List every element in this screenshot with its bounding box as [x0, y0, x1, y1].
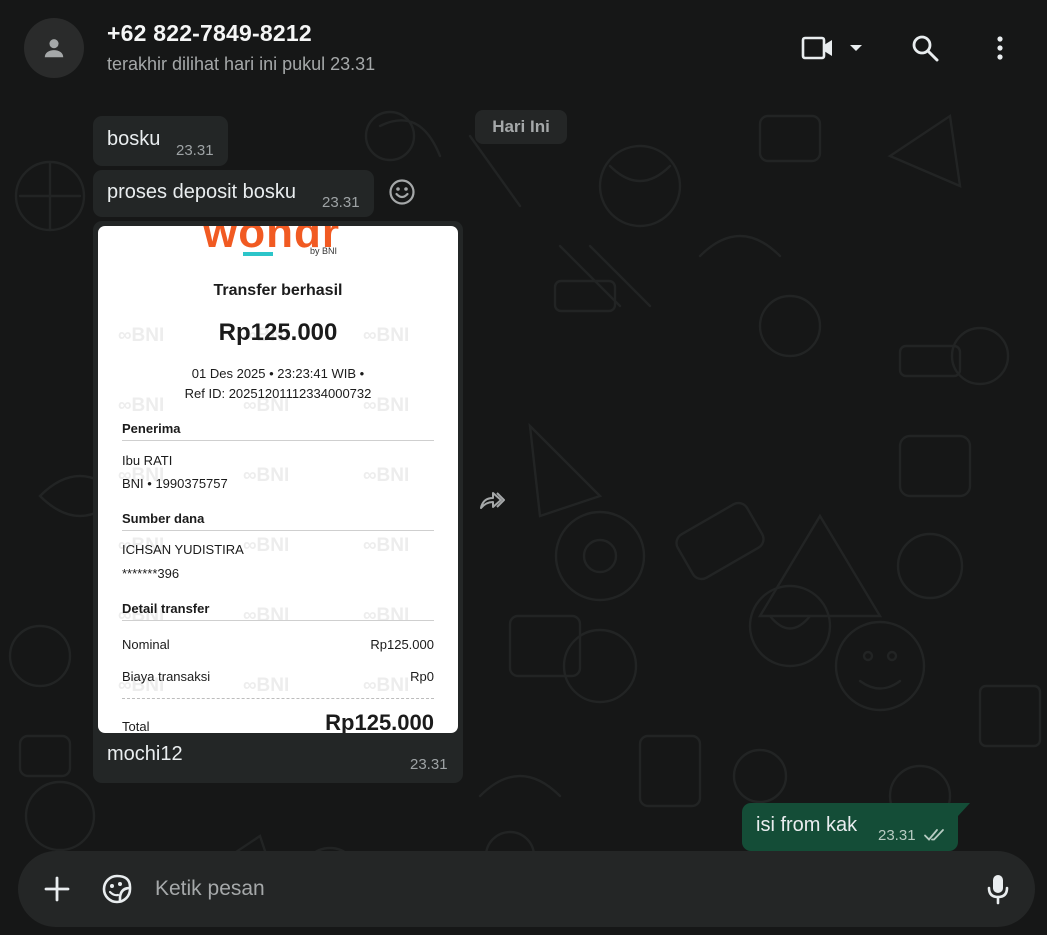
total-label: Total	[122, 719, 150, 733]
divider	[122, 530, 434, 531]
transfer-receipt-image[interactable]: ∞BNI ∞BNI ∞BNI ∞BNI ∞BNI ∞BNI ∞BNI ∞BNI ∞BNI ∞…	[98, 226, 458, 733]
message-time: 23.31	[176, 142, 214, 159]
logo-subtitle: by BNI	[310, 246, 338, 256]
message-text: bosku	[107, 128, 161, 150]
message-caption: mochi12	[107, 743, 183, 765]
message-time: 23.31	[878, 827, 916, 844]
incoming-image-message[interactable]: ∞BNI ∞BNI ∞BNI ∞BNI ∞BNI ∞BNI ∞BNI ∞BNI ∞BNI ∞…	[93, 221, 463, 783]
forward-icon[interactable]	[477, 486, 505, 514]
detail-heading: Detail transfer	[122, 601, 210, 616]
svg-text:∞BNI: ∞BNI	[363, 465, 409, 486]
plus-icon	[44, 876, 70, 902]
react-emoji-icon[interactable]	[388, 178, 416, 206]
message-time: 23.31	[322, 194, 360, 211]
nominal-label: Nominal	[122, 637, 170, 652]
svg-text:∞BNI: ∞BNI	[363, 605, 409, 626]
dashed-divider	[122, 698, 434, 699]
svg-text:∞BNI: ∞BNI	[363, 535, 409, 556]
person-avatar-icon	[44, 39, 64, 58]
divider	[122, 620, 434, 621]
receipt-ref-id: Ref ID: 20251201112334000732	[184, 386, 372, 401]
svg-text:∞BNI: ∞BNI	[243, 535, 289, 556]
message-composer	[18, 851, 1035, 927]
message-list[interactable]: Hari Ini bosku 23.31 proses deposit bosk…	[0, 96, 1047, 935]
total-value: Rp125.000	[325, 710, 434, 733]
more-vertical-icon	[997, 36, 1003, 60]
chat-header: +62 822-7849-8212 terakhir dilihat hari …	[0, 0, 1047, 96]
receipt-title: Transfer berhasil	[213, 282, 343, 299]
svg-text:∞BNI: ∞BNI	[363, 675, 409, 696]
message-input[interactable]	[155, 873, 955, 905]
sticker-button[interactable]	[98, 870, 136, 908]
incoming-message[interactable]: proses deposit bosku 23.31	[93, 170, 374, 217]
source-account: *******396	[122, 566, 180, 581]
svg-text:∞BNI: ∞BNI	[243, 675, 289, 696]
nominal-value: Rp125.000	[370, 637, 434, 652]
contact-avatar[interactable]	[24, 18, 84, 78]
date-divider: Hari Ini	[475, 110, 567, 144]
last-seen-status: terakhir dilihat hari ini pukul 23.31	[107, 54, 376, 74]
chevron-down-icon	[850, 45, 862, 51]
video-call-icon	[801, 36, 832, 60]
voice-message-button[interactable]	[979, 870, 1017, 908]
whatsapp-chat-window: +62 822-7849-8212 terakhir dilihat hari …	[0, 0, 1047, 935]
double-check-icon	[924, 829, 944, 841]
message-time: 23.31	[410, 756, 448, 773]
recipient-heading: Penerima	[122, 421, 181, 436]
outgoing-message[interactable]: isi from kak 23.31	[742, 803, 958, 851]
source-heading: Sumber dana	[122, 511, 205, 526]
microphone-icon	[987, 875, 1009, 905]
attach-button[interactable]	[38, 870, 76, 908]
svg-text:∞BNI: ∞BNI	[243, 605, 289, 626]
search-icon	[912, 35, 939, 62]
logo-underline	[243, 252, 273, 256]
message-text: isi from kak	[756, 814, 858, 836]
contact-name[interactable]: +62 822-7849-8212	[107, 20, 312, 47]
divider	[122, 440, 434, 441]
bubble-tail	[950, 803, 970, 816]
recipient-account: BNI • 1990375757	[122, 476, 228, 491]
call-options-dropdown[interactable]	[836, 28, 876, 68]
recipient-name: Ibu RATI	[122, 453, 173, 468]
incoming-message[interactable]: bosku 23.31	[93, 116, 228, 166]
video-call-button[interactable]	[798, 28, 838, 68]
source-name: ICHSAN YUDISTIRA	[122, 542, 244, 557]
sticker-icon	[102, 874, 132, 904]
fee-value: Rp0	[410, 669, 434, 684]
message-text: proses deposit bosku	[107, 181, 297, 203]
svg-text:∞BNI: ∞BNI	[243, 465, 289, 486]
receipt-datetime: 01 Des 2025 • 23:23:41 WIB •	[191, 366, 365, 381]
menu-button[interactable]	[980, 28, 1020, 68]
search-button[interactable]	[905, 28, 945, 68]
fee-label: Biaya transaksi	[122, 669, 211, 684]
receipt-amount: Rp125.000	[218, 319, 338, 346]
